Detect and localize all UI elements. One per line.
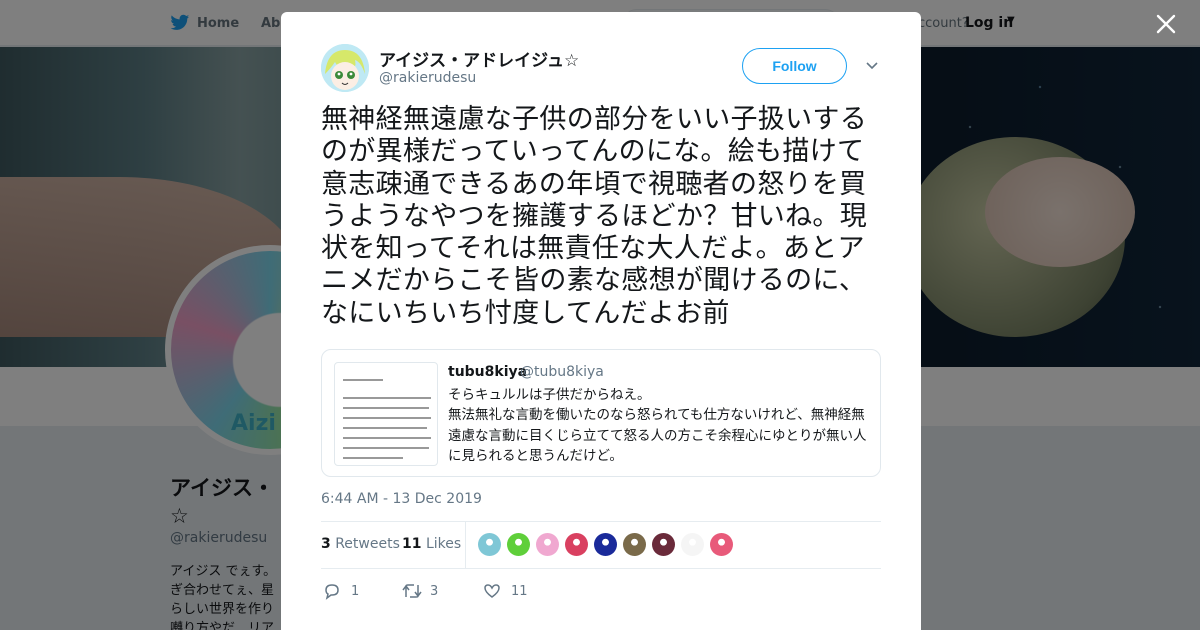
author-avatar[interactable]: [321, 44, 369, 92]
author-name[interactable]: アイジス・アドレイジュ☆: [379, 46, 579, 71]
likes-label: Likes: [425, 536, 462, 552]
chevron-down-icon[interactable]: [865, 60, 879, 70]
quoted-author-name[interactable]: tubu8kiya: [448, 364, 527, 380]
quoted-author-handle[interactable]: @tubu8kiya: [520, 364, 604, 380]
liker-avatar[interactable]: [710, 533, 733, 556]
retweets-stat[interactable]: 3 Retweets: [321, 536, 400, 552]
liker-avatar[interactable]: [507, 533, 530, 556]
divider: [321, 521, 881, 522]
likes-count: 11: [402, 536, 422, 552]
liker-avatar[interactable]: [565, 533, 588, 556]
reply-icon[interactable]: [323, 582, 341, 600]
quoted-tweet[interactable]: tubu8kiya @tubu8kiya そらキュルルは子供だからねえ。 無法無…: [321, 349, 881, 477]
liker-avatar[interactable]: [594, 533, 617, 556]
author-handle[interactable]: @rakierudesu: [379, 70, 476, 86]
tweet-modal: アイジス・アドレイジュ☆ @rakierudesu Follow 無神経無遠慮な…: [281, 12, 921, 630]
retweet-icon[interactable]: [402, 582, 422, 600]
reply-count: 1: [351, 584, 360, 599]
retweets-label: Retweets: [335, 536, 400, 552]
retweet-count: 3: [430, 584, 439, 599]
divider: [321, 568, 881, 569]
quoted-tweet-text: そらキュルルは子供だからねえ。 無法無礼な言動を働いたのなら怒られても仕方ないけ…: [448, 387, 867, 464]
tweet-timestamp[interactable]: 6:44 AM - 13 Dec 2019: [321, 491, 482, 507]
liker-avatar[interactable]: [652, 533, 675, 556]
tweet-text: 無神経無遠慮な子供の部分をいい子扱いするのが異様だっていってんのにな。絵も描けて…: [321, 104, 867, 329]
retweets-count: 3: [321, 536, 331, 552]
like-count: 11: [511, 584, 528, 599]
quoted-tweet-thumbnail[interactable]: [334, 362, 438, 466]
liker-avatar[interactable]: [623, 533, 646, 556]
liker-avatar[interactable]: [536, 533, 559, 556]
stats-divider: [465, 522, 466, 568]
liker-avatar[interactable]: [681, 533, 704, 556]
likes-stat[interactable]: 11 Likes: [402, 536, 461, 552]
liker-avatar[interactable]: [478, 533, 501, 556]
heart-icon[interactable]: [483, 582, 501, 600]
close-icon[interactable]: [1155, 13, 1177, 35]
follow-button[interactable]: Follow: [742, 48, 847, 84]
